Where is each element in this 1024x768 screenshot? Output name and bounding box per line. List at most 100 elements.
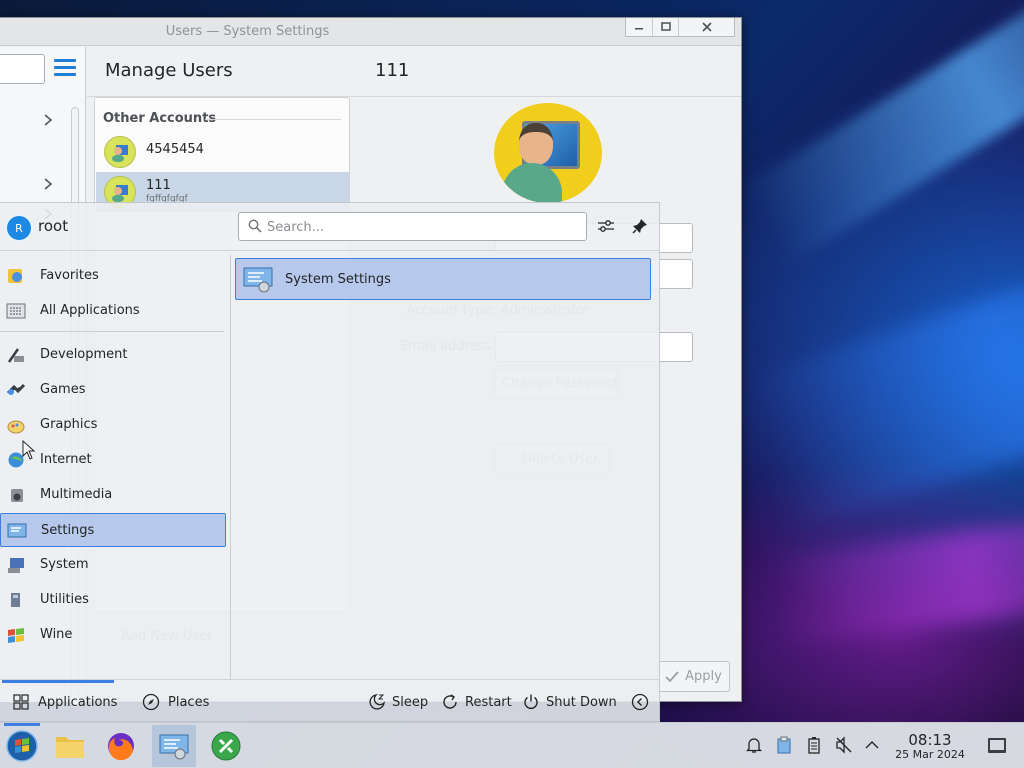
account-name: 111 (146, 178, 171, 193)
start-menu-button[interactable] (0, 723, 44, 767)
category-settings[interactable]: Settings (0, 513, 226, 547)
category-label: System (40, 557, 89, 572)
action-label: Shut Down (546, 694, 617, 710)
expand-tray-icon (865, 741, 879, 749)
category-development[interactable]: Development (0, 338, 226, 372)
category-label: Favorites (40, 268, 99, 283)
category-favorites[interactable]: Favorites (0, 259, 226, 293)
battery-icon (808, 737, 820, 754)
launcher-categories: Favorites All Applications Development G… (0, 255, 230, 679)
category-utilities[interactable]: Utilities (0, 583, 226, 617)
utilities-icon (11, 593, 20, 607)
user-avatar[interactable]: R (5, 214, 33, 242)
account-item[interactable]: 4545454 (96, 134, 349, 170)
page-header: Manage Users 111 (87, 47, 741, 97)
restart-icon (443, 694, 457, 709)
clock-date[interactable]: 25 Mar 2024 (884, 748, 976, 761)
window-title: Users — System Settings (165, 24, 330, 39)
category-system[interactable]: System (0, 548, 226, 582)
category-all-applications[interactable]: All Applications (0, 294, 226, 328)
notifications-button[interactable] (744, 735, 764, 755)
category-label: Games (40, 382, 86, 397)
square-icon (660, 22, 671, 31)
selected-user-title: 111 (375, 60, 410, 81)
action-label: Restart (465, 694, 512, 710)
clock-time[interactable]: 08:13 (890, 731, 970, 749)
more-actions-button[interactable] (631, 680, 655, 724)
category-graphics[interactable]: Graphics (0, 408, 226, 442)
category-games[interactable]: Games (0, 373, 226, 407)
system-settings-task[interactable] (152, 725, 196, 767)
expand-tray-button[interactable] (862, 735, 882, 755)
clipboard-icon (777, 736, 791, 754)
user-avatar-icon (104, 136, 136, 168)
battery-button[interactable] (804, 735, 824, 755)
sidebar-search-input[interactable] (0, 54, 45, 84)
system-settings-icon (159, 734, 189, 760)
multimedia-icon (11, 489, 23, 502)
close-button[interactable] (678, 18, 734, 36)
window-titlebar[interactable]: Users — System Settings (0, 18, 741, 46)
pin-icon (632, 219, 647, 234)
wine-icon (8, 628, 24, 643)
maximize-button[interactable] (652, 18, 678, 36)
category-label: Development (40, 347, 128, 362)
tab-places[interactable]: Places (142, 680, 209, 724)
category-label: Internet (40, 452, 92, 467)
graphics-icon (7, 420, 25, 434)
pin-button[interactable] (628, 214, 652, 238)
configure-button[interactable] (594, 214, 618, 238)
hamburger-menu-icon[interactable] (54, 59, 76, 79)
category-label: Settings (41, 523, 95, 538)
development-icon (7, 348, 24, 363)
category-wine[interactable]: Wine (0, 618, 226, 652)
minimize-button[interactable] (626, 18, 652, 36)
clipboard-button[interactable] (774, 735, 794, 755)
chevron-right-icon[interactable] (42, 177, 54, 191)
application-launcher: R root Favorites All Applicatio (0, 202, 660, 722)
launcher-footer: Applications Places Sleep Restart Shut D… (0, 679, 659, 723)
action-label: Sleep (392, 694, 429, 710)
launcher-search-box[interactable] (238, 212, 587, 241)
accounts-section-title: Other Accounts (103, 111, 217, 126)
tab-label: Applications (38, 694, 118, 710)
result-label: System Settings (285, 272, 391, 287)
profile-avatar[interactable] (494, 103, 602, 203)
launcher-search-input[interactable] (267, 217, 577, 237)
favorites-icon (8, 269, 22, 283)
chevron-right-icon[interactable] (42, 113, 54, 127)
page-title: Manage Users (105, 60, 233, 81)
shut-down-button[interactable]: Shut Down (522, 680, 617, 724)
category-separator (0, 331, 224, 332)
sleep-button[interactable]: Sleep (368, 680, 428, 724)
notifications-icon (745, 738, 763, 753)
compass-icon (142, 693, 160, 711)
launcher-divider (230, 255, 231, 679)
firefox-button[interactable] (99, 725, 143, 767)
category-label: Multimedia (40, 487, 113, 502)
tools-button[interactable] (204, 725, 248, 767)
close-icon (701, 22, 712, 32)
launcher-header: R root (0, 203, 659, 251)
games-icon (6, 383, 26, 395)
check-icon (665, 670, 679, 682)
show-desktop-button[interactable] (988, 738, 1006, 753)
account-name: 4545454 (146, 142, 204, 157)
start-menu-icon (6, 730, 38, 762)
grid-icon (13, 694, 29, 710)
result-system-settings[interactable]: System Settings (235, 258, 651, 300)
system-settings-icon (243, 267, 273, 293)
tools-icon (211, 731, 241, 761)
apply-button[interactable]: Apply (657, 661, 730, 692)
settings-icon (7, 523, 27, 538)
configure-icon (598, 220, 614, 232)
file-manager-button[interactable] (48, 725, 92, 767)
volume-button[interactable] (834, 735, 854, 755)
chevron-down-icon (635, 28, 643, 30)
file-manager-icon (56, 737, 84, 758)
restart-button[interactable]: Restart (441, 680, 512, 724)
category-multimedia[interactable]: Multimedia (0, 478, 226, 512)
tab-applications[interactable]: Applications (2, 680, 117, 724)
chevron-left-icon (631, 693, 649, 711)
category-label: Utilities (40, 592, 89, 607)
